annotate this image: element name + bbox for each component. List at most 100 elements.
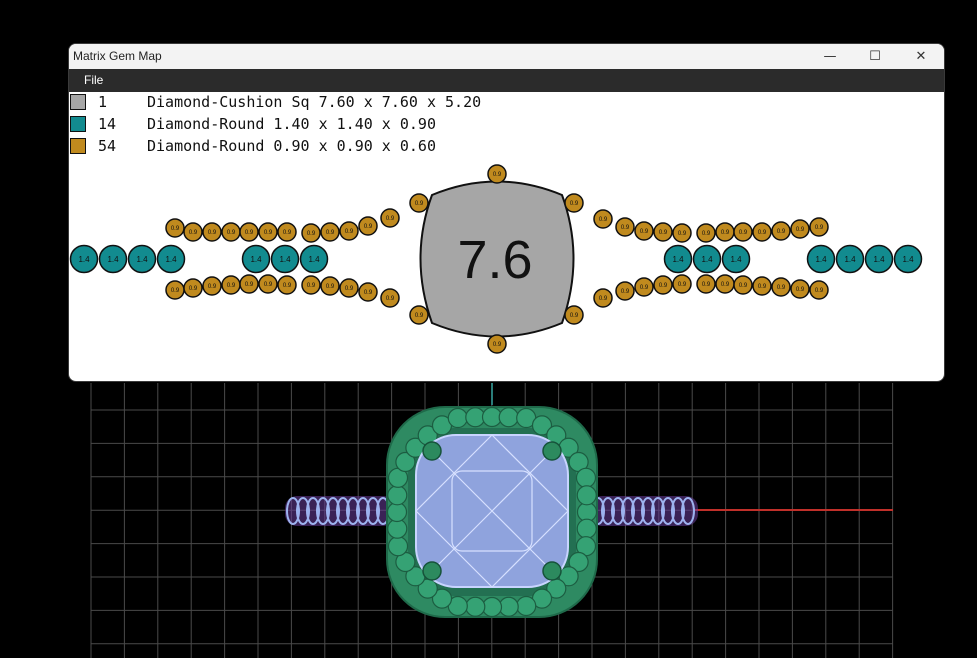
small-round-gem[interactable]: 0.9 xyxy=(202,222,222,242)
medium-round-gem[interactable]: 1.4 xyxy=(692,244,722,274)
svg-text:0.9: 0.9 xyxy=(283,283,292,289)
small-round-gem[interactable]: 0.9 xyxy=(487,164,507,184)
small-round-gem[interactable]: 0.9 xyxy=(653,275,673,295)
small-round-gem[interactable]: 0.9 xyxy=(239,222,259,242)
small-round-gem[interactable]: 0.9 xyxy=(409,193,429,213)
medium-round-gem[interactable]: 1.4 xyxy=(835,244,865,274)
small-round-gem[interactable]: 0.9 xyxy=(409,305,429,325)
medium-round-gem[interactable]: 1.4 xyxy=(893,244,923,274)
small-round-gem[interactable]: 0.9 xyxy=(301,275,321,295)
small-round-gem[interactable]: 0.9 xyxy=(165,218,185,238)
small-round-gem[interactable]: 0.9 xyxy=(258,274,278,294)
svg-text:0.9: 0.9 xyxy=(208,284,217,290)
medium-round-gem[interactable]: 1.4 xyxy=(299,244,329,274)
svg-text:0.9: 0.9 xyxy=(796,287,805,293)
small-round-gem[interactable]: 0.9 xyxy=(733,222,753,242)
svg-text:1.4: 1.4 xyxy=(672,255,684,264)
prong xyxy=(422,561,442,581)
gem-map-window: Matrix Gem Map — ☐ ✕ File 1 Diamond-Cush… xyxy=(69,44,944,381)
svg-text:0.9: 0.9 xyxy=(386,216,395,222)
small-round-gem[interactable]: 0.9 xyxy=(715,274,735,294)
medium-round-gem[interactable]: 1.4 xyxy=(156,244,186,274)
medium-round-gem[interactable]: 1.4 xyxy=(270,244,300,274)
svg-text:1.4: 1.4 xyxy=(107,255,119,264)
medium-round-gem[interactable]: 1.4 xyxy=(127,244,157,274)
small-round-gem[interactable]: 0.9 xyxy=(615,281,635,301)
small-round-gem[interactable]: 0.9 xyxy=(752,222,772,242)
small-round-gem[interactable]: 0.9 xyxy=(733,275,753,295)
svg-text:0.9: 0.9 xyxy=(599,296,608,302)
small-round-gem[interactable]: 0.9 xyxy=(221,275,241,295)
prong xyxy=(542,561,562,581)
small-round-gem[interactable]: 0.9 xyxy=(358,216,378,236)
gem-map-canvas[interactable]: 7.6 0.9 0.9 0.9 0.9 0.9 0.9 1.4 1.4 1.4 1.4 1.4 1.4 1… xyxy=(69,44,944,381)
small-round-gem[interactable]: 0.9 xyxy=(752,276,772,296)
medium-round-gem[interactable]: 1.4 xyxy=(806,244,836,274)
small-round-gem[interactable]: 0.9 xyxy=(320,222,340,242)
medium-round-gem[interactable]: 1.4 xyxy=(98,244,128,274)
small-round-gem[interactable]: 0.9 xyxy=(809,280,829,300)
medium-round-gem[interactable]: 1.4 xyxy=(864,244,894,274)
small-round-gem[interactable]: 0.9 xyxy=(339,221,359,241)
small-round-gem[interactable]: 0.9 xyxy=(696,274,716,294)
small-round-gem[interactable]: 0.9 xyxy=(165,280,185,300)
svg-text:0.9: 0.9 xyxy=(777,229,786,235)
small-round-gem[interactable]: 0.9 xyxy=(358,282,378,302)
small-round-gem[interactable]: 0.9 xyxy=(672,274,692,294)
small-round-gem[interactable]: 0.9 xyxy=(615,217,635,237)
small-round-gem[interactable]: 0.9 xyxy=(696,223,716,243)
small-round-gem[interactable]: 0.9 xyxy=(672,223,692,243)
svg-text:0.9: 0.9 xyxy=(640,285,649,291)
small-round-gem[interactable]: 0.9 xyxy=(258,222,278,242)
svg-text:0.9: 0.9 xyxy=(345,286,354,292)
small-round-gem[interactable]: 0.9 xyxy=(653,222,673,242)
small-round-gem[interactable]: 0.9 xyxy=(183,278,203,298)
small-round-gem[interactable]: 0.9 xyxy=(487,334,507,354)
small-round-gem[interactable]: 0.9 xyxy=(301,223,321,243)
small-round-gem[interactable]: 0.9 xyxy=(239,274,259,294)
small-round-gem[interactable]: 0.9 xyxy=(771,221,791,241)
medium-round-gem[interactable]: 1.4 xyxy=(721,244,751,274)
svg-text:0.9: 0.9 xyxy=(326,230,335,236)
small-round-gem[interactable]: 0.9 xyxy=(790,219,810,239)
small-round-gem[interactable]: 0.9 xyxy=(221,222,241,242)
small-round-gem[interactable]: 0.9 xyxy=(790,279,810,299)
small-round-gem[interactable]: 0.9 xyxy=(339,278,359,298)
small-round-gem[interactable]: 0.9 xyxy=(277,222,297,242)
svg-text:0.9: 0.9 xyxy=(264,282,273,288)
svg-text:0.9: 0.9 xyxy=(171,226,180,232)
prong xyxy=(422,441,442,461)
small-round-gem[interactable]: 0.9 xyxy=(202,276,222,296)
svg-text:0.9: 0.9 xyxy=(815,288,824,294)
ring-shank xyxy=(590,496,698,526)
cushion-center-gem[interactable]: 7.6 xyxy=(419,180,575,338)
small-round-gem[interactable]: 0.9 xyxy=(634,277,654,297)
small-round-gem[interactable]: 0.9 xyxy=(715,222,735,242)
small-round-gem[interactable]: 0.9 xyxy=(593,209,613,229)
medium-round-gem[interactable]: 1.4 xyxy=(241,244,271,274)
svg-text:0.9: 0.9 xyxy=(570,313,579,319)
small-round-gem[interactable]: 0.9 xyxy=(771,277,791,297)
svg-text:1.4: 1.4 xyxy=(279,255,291,264)
small-round-gem[interactable]: 0.9 xyxy=(320,276,340,296)
small-round-gem[interactable]: 0.9 xyxy=(593,288,613,308)
small-round-gem[interactable]: 0.9 xyxy=(183,222,203,242)
small-round-gem[interactable]: 0.9 xyxy=(380,208,400,228)
small-round-gem[interactable]: 0.9 xyxy=(634,221,654,241)
ring-model[interactable] xyxy=(285,406,698,618)
svg-text:1.4: 1.4 xyxy=(136,255,148,264)
svg-text:0.9: 0.9 xyxy=(796,227,805,233)
small-round-gem[interactable]: 0.9 xyxy=(564,305,584,325)
svg-text:0.9: 0.9 xyxy=(208,230,217,236)
svg-text:1.4: 1.4 xyxy=(902,255,914,264)
svg-text:1.4: 1.4 xyxy=(701,255,713,264)
small-round-gem[interactable]: 0.9 xyxy=(380,288,400,308)
prong xyxy=(542,441,562,461)
svg-text:0.9: 0.9 xyxy=(189,286,198,292)
small-round-gem[interactable]: 0.9 xyxy=(277,275,297,295)
small-round-gem[interactable]: 0.9 xyxy=(564,193,584,213)
medium-round-gem[interactable]: 1.4 xyxy=(69,244,99,274)
medium-round-gem[interactable]: 1.4 xyxy=(663,244,693,274)
svg-text:0.9: 0.9 xyxy=(364,224,373,230)
small-round-gem[interactable]: 0.9 xyxy=(809,217,829,237)
